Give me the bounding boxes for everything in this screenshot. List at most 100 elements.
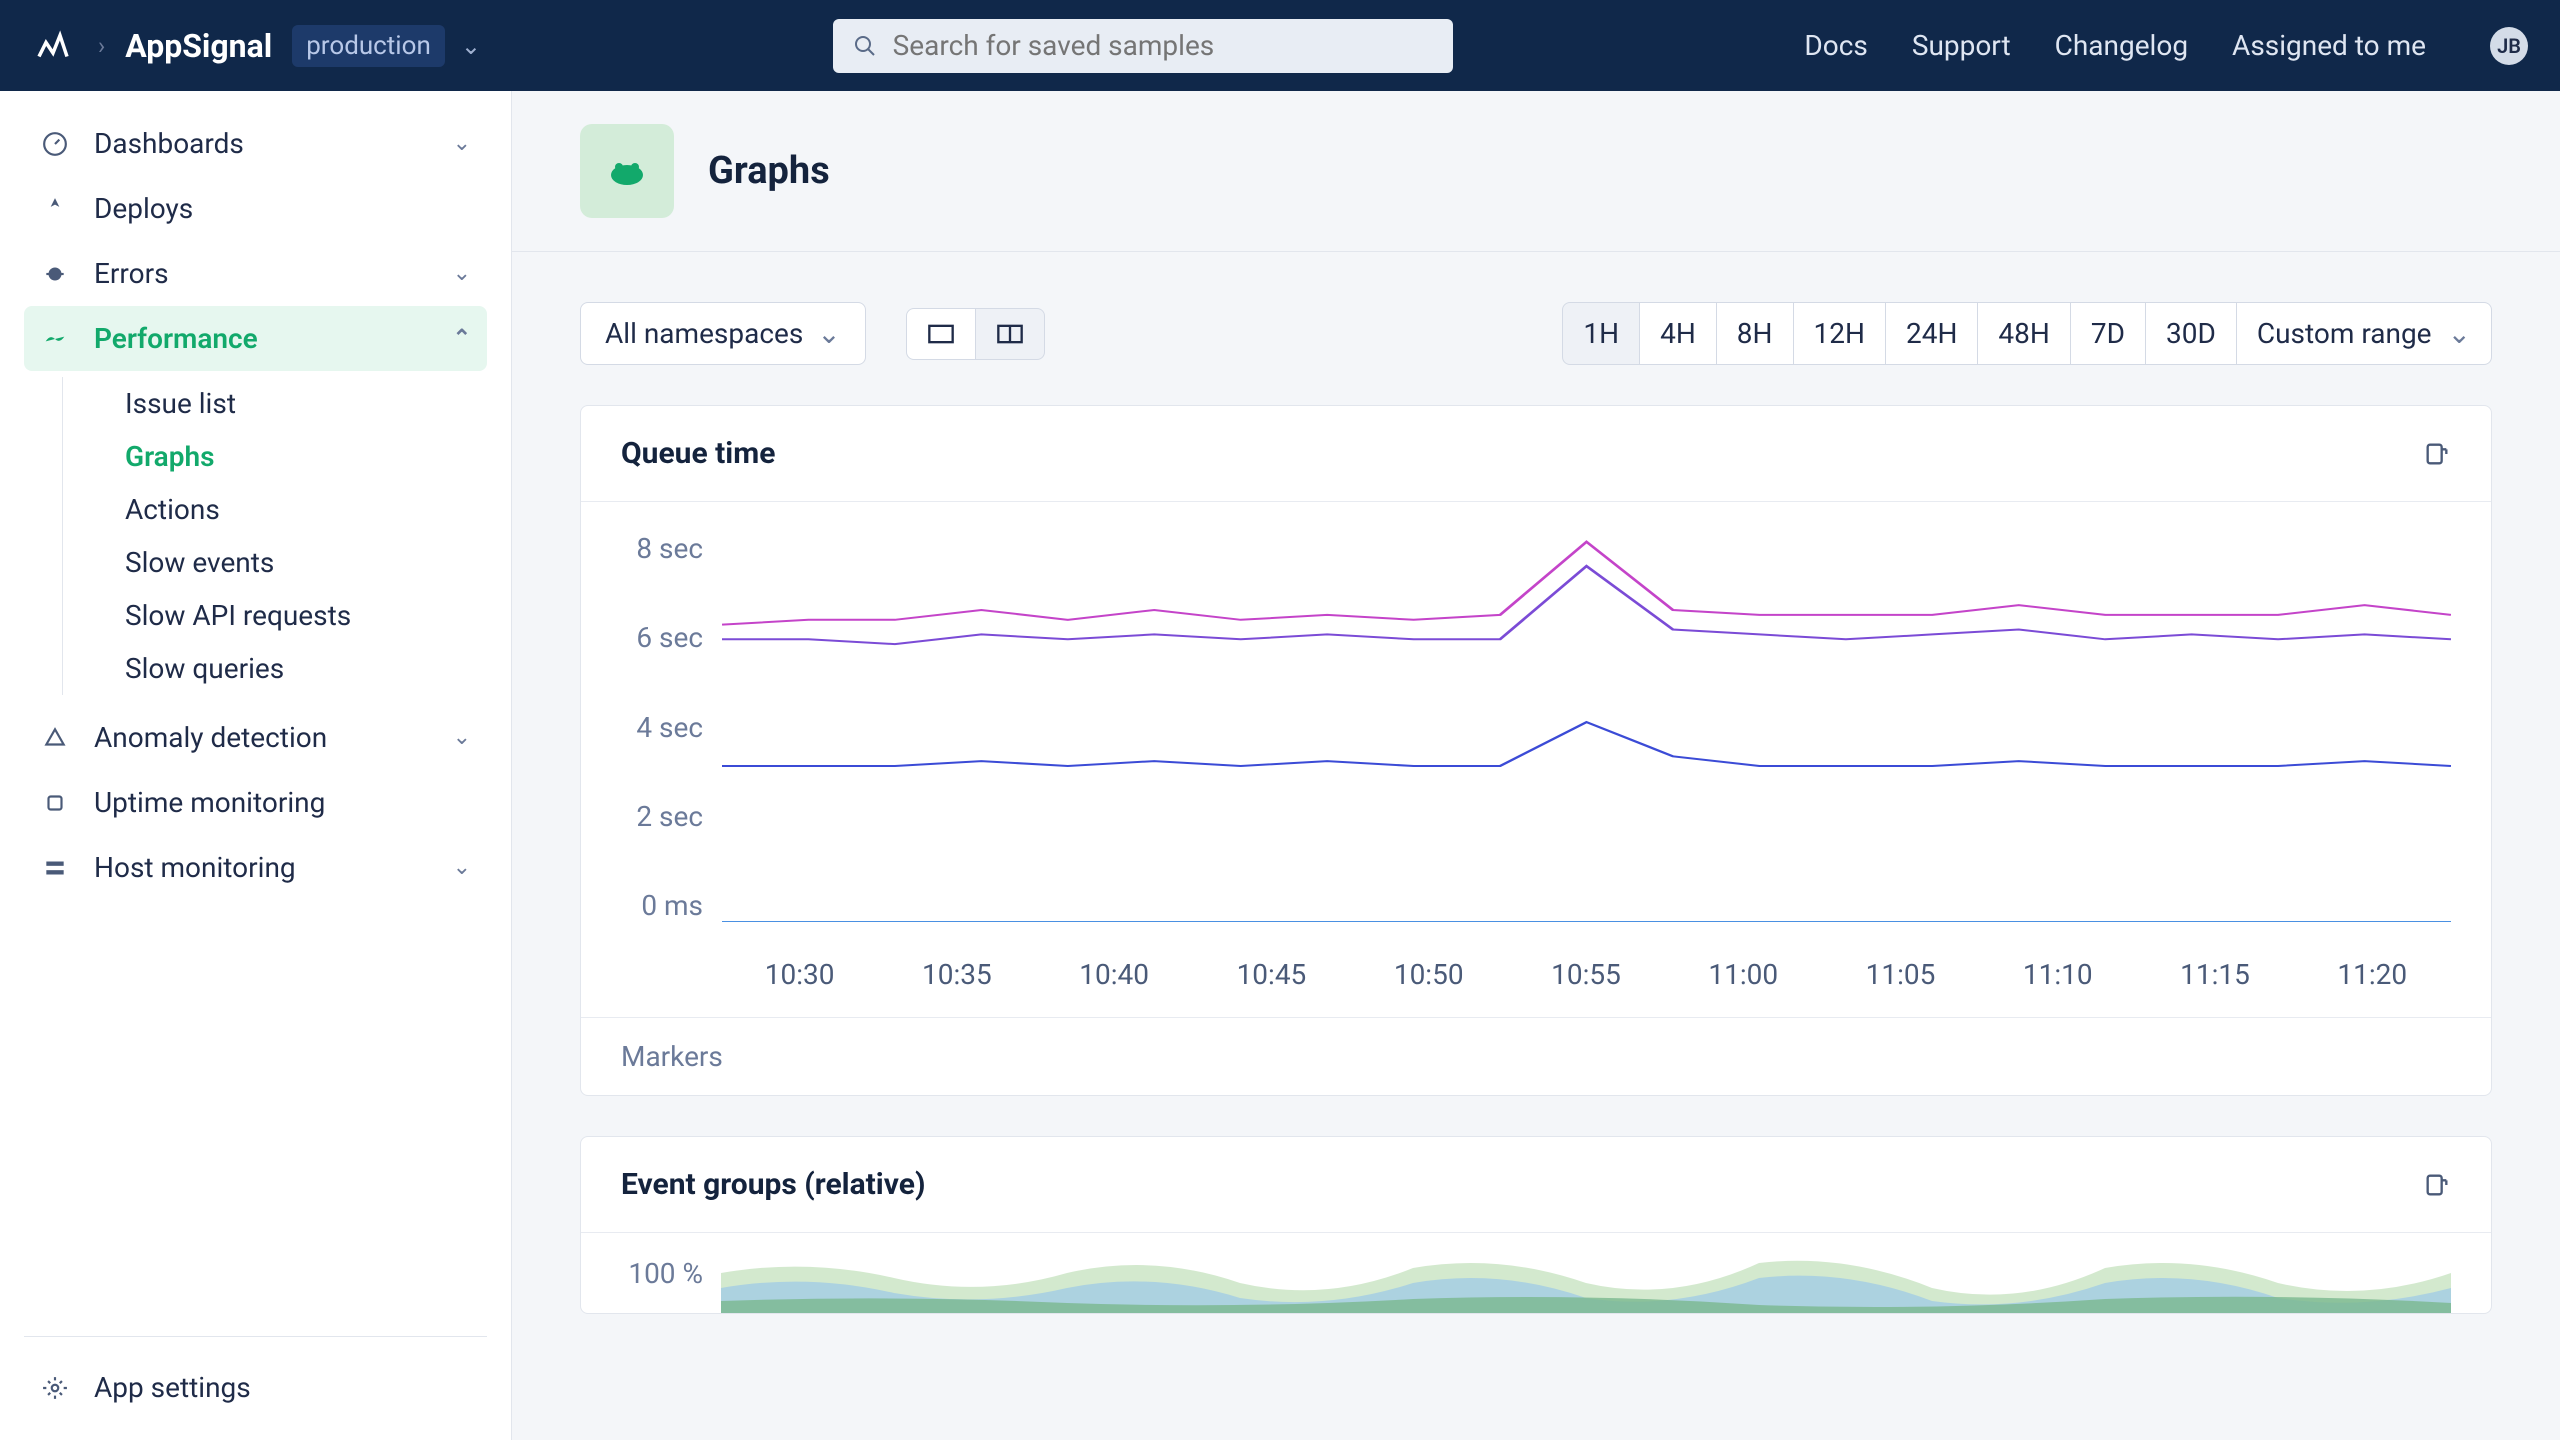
link-changelog[interactable]: Changelog: [2055, 29, 2188, 62]
search-wrap: [833, 19, 1453, 73]
y-tick: 8 sec: [621, 532, 703, 565]
chevron-down-icon: ⌄: [453, 725, 471, 750]
x-tick: 11:15: [2136, 958, 2293, 991]
sidebar: Dashboards ⌄ Deploys Errors ⌄ Performanc…: [0, 91, 512, 1440]
subitem-slow-events[interactable]: Slow events: [125, 536, 487, 589]
layout-toggle: [906, 308, 1045, 360]
sidebar-item-label: Anomaly detection: [94, 721, 327, 754]
y-axis: 8 sec 6 sec 4 sec 2 sec 0 ms: [621, 532, 721, 922]
card-title: Event groups (relative): [621, 1167, 926, 1202]
sidebar-item-uptime[interactable]: Uptime monitoring: [24, 770, 487, 835]
chevron-up-icon: ⌃: [453, 326, 471, 351]
main-content: Graphs All namespaces ⌄ 1H 4H 8H 12H 24H…: [512, 91, 2560, 1440]
x-axis: 10:3010:3510:4010:4510:5010:5511:0011:05…: [581, 942, 2491, 1017]
y-tick: 100 %: [621, 1253, 721, 1313]
uptime-icon: [40, 788, 70, 818]
sidebar-item-host[interactable]: Host monitoring ⌄: [24, 835, 487, 900]
card-header: Event groups (relative): [581, 1137, 2491, 1233]
chevron-down-icon: ⌄: [453, 855, 471, 880]
x-tick: 10:45: [1193, 958, 1350, 991]
page-header: Graphs: [512, 91, 2560, 252]
namespace-select[interactable]: All namespaces ⌄: [580, 302, 866, 365]
range-24h[interactable]: 24H: [1886, 302, 1978, 365]
range-12h[interactable]: 12H: [1794, 302, 1886, 365]
link-support[interactable]: Support: [1912, 29, 2011, 62]
chevron-right-icon: ›: [98, 32, 105, 60]
sidebar-item-settings[interactable]: App settings: [24, 1355, 487, 1420]
sidebar-item-label: Deploys: [94, 192, 193, 225]
x-tick: 11:10: [1979, 958, 2136, 991]
x-tick: 11:00: [1665, 958, 1822, 991]
sidebar-item-label: Uptime monitoring: [94, 786, 325, 819]
subitem-slow-queries[interactable]: Slow queries: [125, 642, 487, 695]
gauge-icon: [40, 129, 70, 159]
search-input[interactable]: [833, 19, 1453, 73]
link-assigned[interactable]: Assigned to me: [2232, 29, 2426, 62]
sidebar-item-label: Performance: [94, 322, 258, 355]
subitem-slow-api[interactable]: Slow API requests: [125, 589, 487, 642]
subitem-issue-list[interactable]: Issue list: [125, 377, 487, 430]
chart-plot[interactable]: [721, 532, 2451, 922]
card-header: Queue time: [581, 406, 2491, 502]
export-icon[interactable]: [2423, 440, 2451, 468]
avatar[interactable]: JB: [2490, 27, 2528, 65]
x-tick: 10:40: [1036, 958, 1193, 991]
sidebar-item-label: Dashboards: [94, 127, 244, 160]
top-links: Docs Support Changelog Assigned to me JB: [1804, 27, 2528, 65]
chevron-down-icon: ⌄: [817, 317, 840, 350]
sidebar-item-dashboards[interactable]: Dashboards ⌄: [24, 111, 487, 176]
range-1h[interactable]: 1H: [1562, 302, 1640, 365]
page-title: Graphs: [708, 149, 830, 193]
chevron-down-icon: ⌄: [453, 261, 471, 286]
card-event-groups: Event groups (relative) 100 %: [580, 1136, 2492, 1314]
x-tick: 11:20: [2294, 958, 2451, 991]
bug-icon: [40, 259, 70, 289]
performance-submenu: Issue list Graphs Actions Slow events Sl…: [62, 377, 487, 695]
y-tick: 0 ms: [621, 889, 703, 922]
x-tick: 10:50: [1350, 958, 1507, 991]
frog-icon: [580, 124, 674, 218]
sidebar-footer: App settings: [24, 1336, 487, 1420]
subitem-graphs[interactable]: Graphs: [125, 430, 487, 483]
chevron-down-icon: ⌄: [453, 131, 471, 156]
sidebar-item-deploys[interactable]: Deploys: [24, 176, 487, 241]
range-8h[interactable]: 8H: [1717, 302, 1794, 365]
layout-split-button[interactable]: [976, 308, 1045, 360]
area-plot[interactable]: [721, 1253, 2451, 1313]
gear-icon: [40, 1373, 70, 1403]
range-custom[interactable]: Custom range ⌄: [2237, 302, 2492, 365]
time-range-group: 1H 4H 8H 12H 24H 48H 7D 30D Custom range…: [1562, 302, 2492, 365]
y-tick: 4 sec: [621, 711, 703, 744]
sidebar-item-errors[interactable]: Errors ⌄: [24, 241, 487, 306]
sidebar-item-performance[interactable]: Performance ⌃: [24, 306, 487, 371]
sidebar-item-label: App settings: [94, 1371, 251, 1404]
range-7d[interactable]: 7D: [2071, 302, 2146, 365]
x-tick: 10:55: [1507, 958, 1664, 991]
sidebar-item-anomaly[interactable]: Anomaly detection ⌄: [24, 705, 487, 770]
range-30d[interactable]: 30D: [2146, 302, 2237, 365]
x-tick: 11:05: [1822, 958, 1979, 991]
subitem-actions[interactable]: Actions: [125, 483, 487, 536]
area-chart: 100 %: [581, 1233, 2491, 1313]
env-pill[interactable]: production: [292, 25, 445, 67]
y-tick: 6 sec: [621, 621, 703, 654]
rocket-icon: [40, 194, 70, 224]
layout-single-button[interactable]: [906, 308, 976, 360]
appsignal-logo[interactable]: [32, 25, 74, 67]
link-docs[interactable]: Docs: [1804, 29, 1867, 62]
chevron-down-icon[interactable]: ⌄: [461, 32, 481, 60]
brand-name[interactable]: AppSignal: [125, 27, 272, 65]
range-48h[interactable]: 48H: [1978, 302, 2070, 365]
card-queue-time: Queue time 8 sec 6 sec 4 sec 2 sec 0 ms …: [580, 405, 2492, 1096]
toolbar: All namespaces ⌄ 1H 4H 8H 12H 24H 48H 7D…: [512, 252, 2560, 405]
y-tick: 2 sec: [621, 800, 703, 833]
export-icon[interactable]: [2423, 1171, 2451, 1199]
card-title: Queue time: [621, 436, 775, 471]
range-custom-label: Custom range: [2257, 317, 2432, 350]
chart-area: 8 sec 6 sec 4 sec 2 sec 0 ms: [581, 502, 2491, 942]
sidebar-item-label: Errors: [94, 257, 169, 290]
markers-row: Markers: [581, 1017, 2491, 1095]
namespace-label: All namespaces: [605, 317, 803, 350]
alert-icon: [40, 723, 70, 753]
range-4h[interactable]: 4H: [1640, 302, 1717, 365]
